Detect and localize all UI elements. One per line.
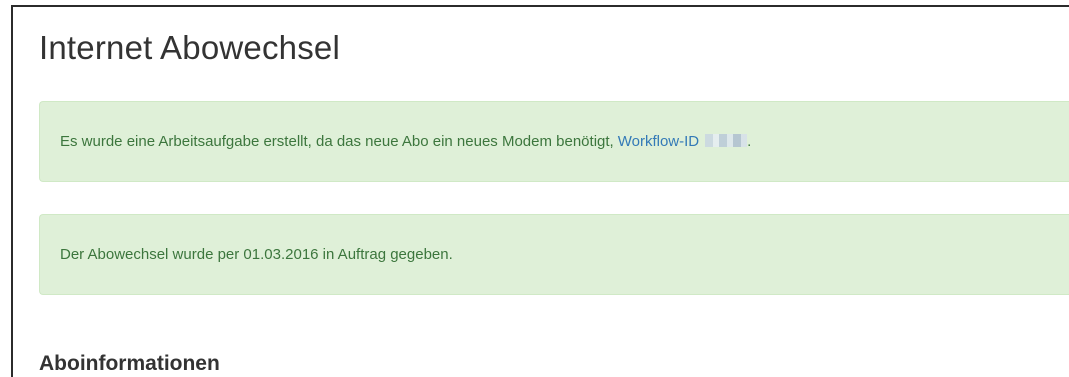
alert-workflow-created: Es wurde eine Arbeitsaufgabe erstellt, d… xyxy=(39,101,1069,182)
alert-order-placed: Der Abowechsel wurde per 01.03.2016 in A… xyxy=(39,214,1069,295)
alert-order-text: Der Abowechsel wurde per 01.03.2016 in A… xyxy=(60,246,453,263)
alert-workflow-suffix: . xyxy=(747,133,752,150)
redacted-workflow-id xyxy=(705,134,748,147)
content-panel: Internet Abowechsel Es wurde eine Arbeit… xyxy=(11,5,1069,377)
workflow-id-link-label: Workflow-ID xyxy=(617,133,700,150)
section-heading-aboinformationen: Aboinformationen xyxy=(39,352,220,375)
workflow-id-link[interactable]: Workflow-ID xyxy=(617,133,748,150)
page-title: Internet Abowechsel xyxy=(39,29,340,66)
alert-workflow-text: Es wurde eine Arbeitsaufgabe erstellt, d… xyxy=(60,133,614,150)
